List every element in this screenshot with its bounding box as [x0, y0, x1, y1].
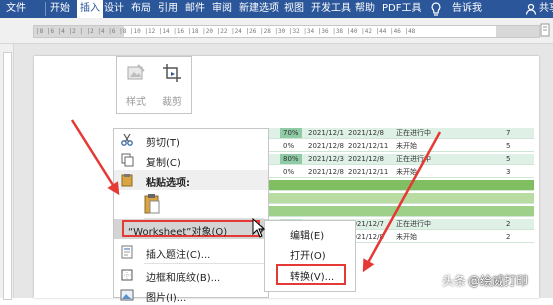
submenu-item-convert[interactable]: 转换(V)... [265, 264, 355, 285]
ribbon-tab[interactable]: 开始 [50, 0, 70, 18]
ribbon-tab[interactable]: 邮件 [185, 0, 205, 18]
menu-item-insert-caption[interactable]: 插入题注(C)... [114, 242, 268, 262]
ribbon-tab[interactable]: 告诉我 [452, 0, 482, 18]
worksheet-cell: 0% [280, 167, 298, 177]
worksheet-cell: 2021/12/3 [308, 155, 344, 163]
crop-icon [163, 64, 181, 82]
worksheet-cell: 未开始 [396, 233, 417, 241]
ribbon-tab[interactable]: 新建选项 [239, 0, 279, 18]
lightbulb-icon[interactable] [429, 1, 443, 17]
worksheet-object-submenu: 编辑(E) 打开(O) 转换(V)... [264, 220, 356, 292]
worksheet-row [264, 193, 534, 204]
ribbon-tab[interactable]: 共享 [539, 0, 553, 18]
ribbon-tab[interactable]: 设计 [104, 0, 124, 18]
paste-options-icon [121, 174, 133, 187]
crop-button[interactable]: 裁剪 [156, 61, 188, 111]
ruler-row: |8 |6 |4 |2 | |2 |4 |6 |8 |10 |12 |14 |1… [0, 18, 553, 44]
worksheet-cell: 2021/12/8 [348, 129, 384, 137]
worksheet-cell: 2021/12/8 [308, 168, 344, 176]
menu-label-picture: 图片(I)... [146, 293, 187, 304]
ribbon-tab[interactable]: PDF工具 [382, 0, 421, 18]
worksheet-row [264, 180, 534, 191]
submenu-label-open: 打开(O) [290, 251, 326, 262]
submenu-label-convert: 转换(V)... [290, 272, 335, 283]
ribbon-tab[interactable]: 插入 [77, 0, 103, 18]
menu-item-copy[interactable]: 复制(C) [114, 150, 268, 170]
watermark-handle: @绘威打印 [468, 274, 529, 288]
submenu-item-open[interactable]: 打开(O) [265, 243, 355, 263]
worksheet-cell: 70% [280, 128, 302, 138]
ribbon-tab-bar: 文件 开始插入设计布局引用邮件审阅新建选项视图开发工具帮助 PDF工具 告诉我 共享 [0, 0, 553, 18]
worksheet-row [264, 206, 534, 217]
watermark-brand: 头条 [442, 274, 467, 288]
share-person-icon[interactable] [525, 3, 537, 15]
mouse-cursor-icon [252, 218, 266, 238]
worksheet-cell: 0% [280, 141, 298, 151]
worksheet-object[interactable]: 70% 2021/12/1 2021/12/8 正在进行中 7 0% 2021/12/8 20… [264, 126, 534, 243]
caption-icon [121, 245, 133, 259]
worksheet-cell: 5 [506, 155, 511, 163]
worksheet-cell: 正在进行中 [396, 155, 431, 163]
ribbon-tab[interactable]: 布局 [131, 0, 151, 18]
worksheet-cell: 正在进行中 [396, 220, 431, 228]
submenu-item-edit[interactable]: 编辑(E) [265, 223, 355, 243]
worksheet-cell: 3 [506, 168, 511, 176]
paste-option-picture[interactable] [114, 192, 268, 216]
menu-label-copy: 复制(C) [146, 158, 181, 169]
ruler-toggle-icon[interactable] [540, 23, 550, 37]
menu-item-cut[interactable]: 剪切(T) [114, 130, 268, 150]
worksheet-cell: 2021/12/8 [308, 142, 344, 150]
menu-item-picture[interactable]: 图片(I)... [114, 285, 268, 305]
picture-style-icon [127, 64, 145, 80]
menu-label-insert-caption: 插入题注(C)... [146, 250, 211, 261]
menu-separator [144, 263, 264, 264]
tab-separator [45, 2, 46, 16]
worksheet-cell: 未开始 [396, 142, 417, 150]
worksheet-row: 0% 2021/12/8 2021/12/11 未开始 3 [264, 167, 534, 178]
worksheet-cell: 2021/12/11 [348, 168, 389, 176]
worksheet-row: 70% 2021/12/1 2021/12/8 正在进行中 7 [264, 128, 534, 139]
vertical-ruler-scale [3, 52, 12, 300]
copy-icon [121, 153, 134, 167]
ribbon-tab[interactable]: 视图 [284, 0, 304, 18]
clipboard-picture-icon [144, 194, 160, 214]
crop-label: 裁剪 [162, 97, 182, 108]
menu-label-cut: 剪切(T) [146, 138, 180, 149]
ribbon-tab[interactable]: 文件 [6, 0, 26, 18]
worksheet-cell: 2021/12/11 [348, 142, 389, 150]
ribbon-tab[interactable]: 审阅 [212, 0, 232, 18]
menu-item-worksheet-object[interactable]: “Worksheet”对象(O) [114, 219, 268, 239]
worksheet-cell: 2 [506, 220, 511, 228]
menu-label-worksheet-object: “Worksheet”对象(O) [128, 227, 228, 238]
ribbon-tab[interactable]: 开发工具 [311, 0, 351, 18]
worksheet-row: 80% 2021/12/3 2021/12/8 正在进行中 5 [264, 154, 534, 165]
worksheet-row: 0% 2021/12/8 2021/12/11 未开始 5 [264, 141, 534, 152]
style-button[interactable]: 样式 [120, 61, 152, 111]
menu-item-borders-shading[interactable]: 边框和底纹(B)... [114, 265, 268, 285]
ruler-scale: |8 |6 |4 |2 | |2 |4 |6 |8 |10 |12 |14 |1… [36, 28, 416, 35]
menu-label-paste-options: 粘贴选项: [146, 178, 190, 189]
submenu-label-edit: 编辑(E) [290, 231, 325, 242]
worksheet-cell: 2021/12/1 [308, 129, 344, 137]
ruler-margin-right [496, 26, 539, 37]
worksheet-cell: 2 [506, 233, 511, 241]
worksheet-cell: 2021/12/8 [348, 155, 384, 163]
menu-label-borders-shading: 边框和底纹(B)... [146, 273, 221, 284]
picture-icon [120, 289, 134, 301]
worksheet-cell: 80% [280, 154, 302, 164]
menu-header-paste-options: 粘贴选项: [114, 170, 268, 190]
context-menu: 剪切(T) 复制(C) 粘贴选项: “Worksheet”对象(O) 插入题注(… [113, 128, 269, 304]
picture-mini-toolbar: 样式 裁剪 [116, 56, 192, 114]
worksheet-cell: 5 [506, 142, 511, 150]
borders-icon [121, 269, 133, 281]
scissors-icon [121, 133, 133, 146]
vertical-ruler [0, 44, 14, 300]
horizontal-ruler: |8 |6 |4 |2 | |2 |4 |6 |8 |10 |12 |14 |1… [33, 25, 540, 38]
ribbon-tab[interactable]: 引用 [158, 0, 178, 18]
ribbon-tab[interactable]: 帮助 [355, 0, 375, 18]
worksheet-cell: 正在进行中 [396, 129, 431, 137]
worksheet-cell: 未开始 [396, 168, 417, 176]
style-label: 样式 [126, 97, 146, 108]
worksheet-cell: 7 [506, 129, 511, 137]
